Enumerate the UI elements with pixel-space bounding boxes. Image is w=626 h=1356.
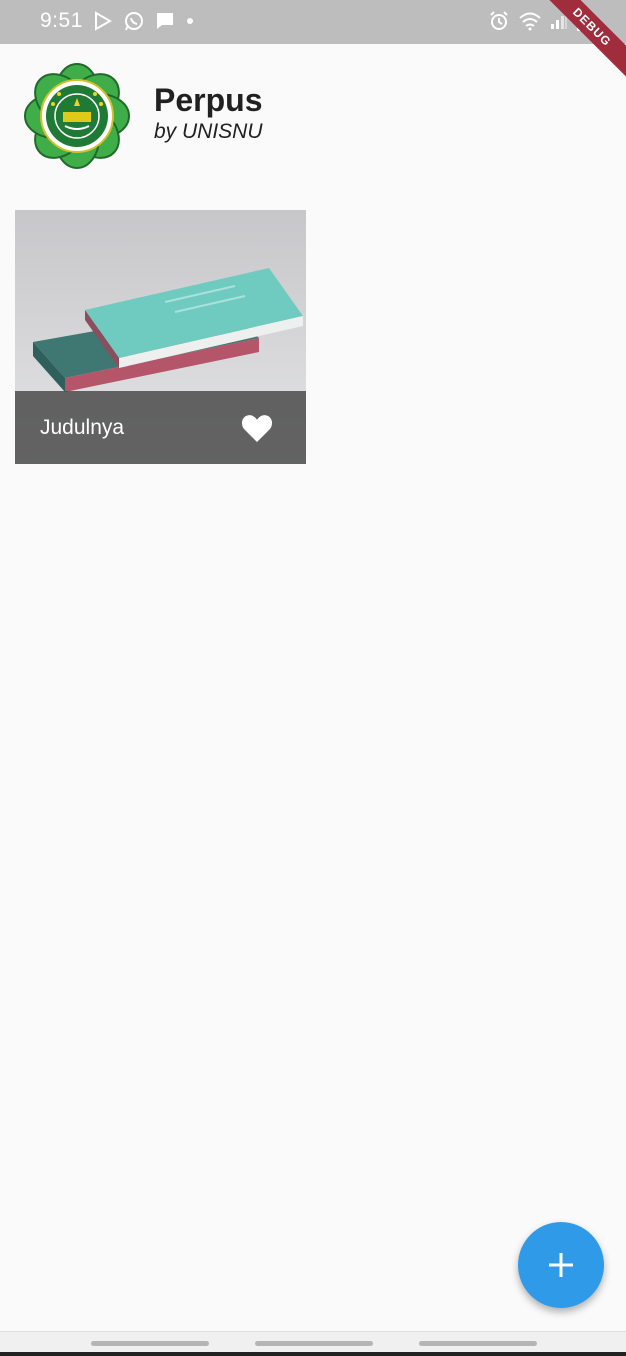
add-button[interactable]	[518, 1222, 604, 1308]
nav-pill-left[interactable]	[91, 1341, 209, 1346]
brand: Perpus by UNISNU	[154, 82, 263, 146]
status-time: 9:51	[40, 9, 83, 32]
nav-pill-center[interactable]	[255, 1341, 373, 1346]
wifi-icon	[518, 11, 542, 31]
add-icon	[549, 1253, 573, 1277]
app-title: Perpus	[154, 82, 263, 118]
book-title: Judulnya	[40, 415, 125, 439]
play-store-icon	[93, 11, 113, 31]
dot-icon	[185, 16, 195, 26]
heart-icon	[241, 414, 273, 442]
nav-pill-right[interactable]	[419, 1341, 537, 1346]
app-header: Perpus by UNISNU	[22, 60, 263, 172]
alarm-icon	[488, 10, 510, 32]
unisnu-logo	[22, 60, 132, 172]
app-subtitle: by UNISNU	[154, 120, 263, 143]
favorite-button[interactable]	[240, 411, 274, 445]
book-card[interactable]: Judulnya	[15, 210, 306, 464]
message-icon	[155, 11, 175, 31]
card-footer: Judulnya	[15, 391, 306, 464]
status-bar: 9:51	[0, 0, 626, 44]
status-left-icons	[93, 10, 195, 32]
whatsapp-icon	[123, 10, 145, 32]
bottom-edge	[0, 1352, 626, 1356]
